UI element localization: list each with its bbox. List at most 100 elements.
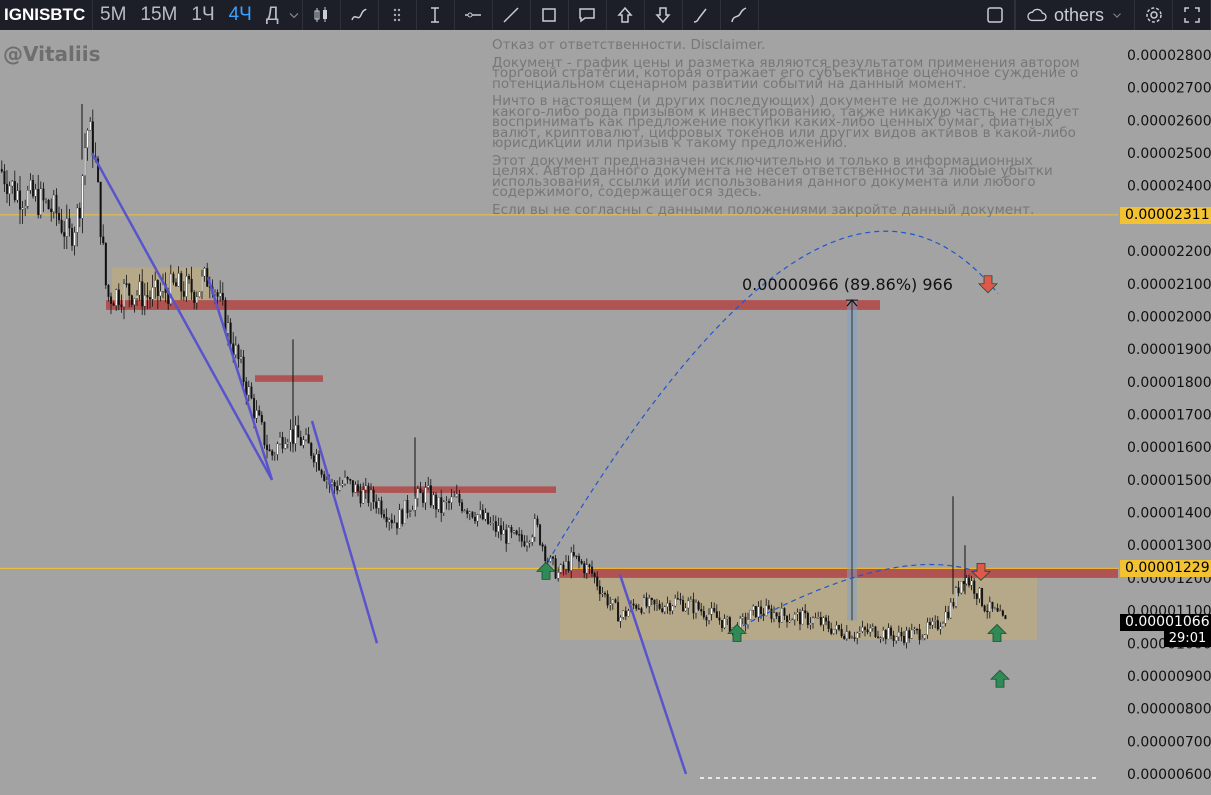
comment-icon[interactable] <box>569 0 607 30</box>
candle-body <box>539 524 542 545</box>
candle-body <box>39 188 42 216</box>
candle-body <box>838 625 841 630</box>
candle-body <box>936 620 939 630</box>
candle-body <box>263 421 266 446</box>
top-toolbar: IGNISBTC 5M 15M 1Ч 4Ч Д others <box>0 0 1211 30</box>
candle-body <box>806 612 809 625</box>
candle-body <box>471 511 474 518</box>
candle-body <box>700 609 703 612</box>
candles-style-icon[interactable] <box>303 0 341 30</box>
candle-body <box>723 618 726 629</box>
candle-body <box>957 587 960 594</box>
candle-body <box>845 631 848 640</box>
candle-body <box>606 593 609 606</box>
interval-1d[interactable]: Д <box>259 4 286 26</box>
candle-body <box>554 558 557 579</box>
candle-body <box>229 322 232 344</box>
candle-body <box>455 493 458 497</box>
last-price-tag: 0.00001066 <box>1120 613 1211 631</box>
candle-body <box>526 542 529 547</box>
price-tick-label: 0.00002000 <box>1127 309 1211 325</box>
drag-handle-icon[interactable] <box>379 0 417 30</box>
candle-body <box>227 322 230 334</box>
candle-body <box>754 605 757 618</box>
candle-body <box>702 611 705 618</box>
candle-body <box>671 605 674 611</box>
price-tick-label: 0.00000800 <box>1127 702 1211 718</box>
price-axis[interactable]: 0.00002800 0.00002700 0.00002600 0.00002500… <box>1127 48 1211 783</box>
candle-body <box>999 610 1002 612</box>
candle-body <box>947 611 950 619</box>
candle-body <box>1001 610 1004 616</box>
horizontal-line-icon[interactable] <box>455 0 493 30</box>
interval-15m[interactable]: 15M <box>133 4 184 26</box>
candle-body <box>770 608 773 619</box>
bar-countdown: 29:01 <box>1164 631 1211 647</box>
candle-body <box>799 612 802 625</box>
candle-body <box>827 621 830 629</box>
candle-body <box>84 147 87 176</box>
candle-body <box>154 280 157 288</box>
symbol-name[interactable]: IGNISBTC <box>0 5 92 25</box>
candle-body <box>656 603 659 606</box>
candle-body <box>26 190 29 207</box>
candle-body <box>760 606 763 615</box>
rectangle-icon[interactable] <box>531 0 569 30</box>
candle-body <box>536 518 539 525</box>
candle-body <box>780 608 783 623</box>
interval-5m[interactable]: 5M <box>93 4 133 26</box>
candle-body <box>476 514 479 522</box>
candle-body <box>442 501 445 514</box>
disclaimer-title: Отказ от ответственности. Disclaimer. <box>492 37 766 53</box>
disclaimer-paragraph: Этот документ предназначен исключительно… <box>492 152 1053 200</box>
path-icon[interactable] <box>721 0 759 30</box>
fullscreen-frame-icon[interactable] <box>977 0 1015 30</box>
candle-body <box>585 564 588 574</box>
candle-body <box>432 494 435 506</box>
candle-body <box>440 497 443 514</box>
arrow-up-icon[interactable] <box>607 0 645 30</box>
text-cursor-icon[interactable] <box>417 0 455 30</box>
candle-body <box>253 398 256 419</box>
indicators-icon[interactable] <box>341 0 379 30</box>
candle-body <box>24 206 27 208</box>
candle-body <box>364 485 367 491</box>
candle-body <box>817 617 820 619</box>
candle-body <box>929 622 932 626</box>
gear-icon[interactable] <box>1135 0 1173 30</box>
candle-body <box>955 587 958 607</box>
candle-body <box>305 434 308 440</box>
candle-body <box>42 188 45 201</box>
candle-body <box>375 501 378 509</box>
candle-body <box>19 190 22 210</box>
expand-icon[interactable] <box>1173 0 1211 30</box>
candle-body <box>663 606 666 612</box>
candle-body <box>396 522 399 529</box>
brush-icon[interactable] <box>683 0 721 30</box>
candle-body <box>185 276 188 297</box>
candle-body <box>297 425 300 438</box>
intervals-chevron-down-icon[interactable] <box>286 0 303 30</box>
candle-body <box>125 283 128 285</box>
candle-body <box>741 616 744 619</box>
trend-line-icon[interactable] <box>493 0 531 30</box>
candle-body <box>247 386 250 396</box>
candle-body <box>869 627 872 633</box>
candle-body <box>151 287 154 300</box>
arrow-down-icon[interactable] <box>645 0 683 30</box>
layout-selector[interactable]: others <box>1014 0 1135 30</box>
price-tick-label: 0.00001500 <box>1127 473 1211 489</box>
price-line-tag: 0.00002311 <box>1120 206 1211 224</box>
candle-body <box>500 525 503 535</box>
interval-4h[interactable]: 4Ч <box>222 4 259 26</box>
candle-body <box>453 496 456 498</box>
candle-body <box>552 556 555 559</box>
candle-body <box>479 509 482 515</box>
candle-body <box>528 542 531 544</box>
candle-body <box>8 185 11 194</box>
arrow-down-icon <box>978 275 998 294</box>
candle-body <box>697 601 700 610</box>
candle-body <box>117 289 120 305</box>
candle-body <box>336 486 339 491</box>
interval-1h[interactable]: 1Ч <box>184 4 221 26</box>
